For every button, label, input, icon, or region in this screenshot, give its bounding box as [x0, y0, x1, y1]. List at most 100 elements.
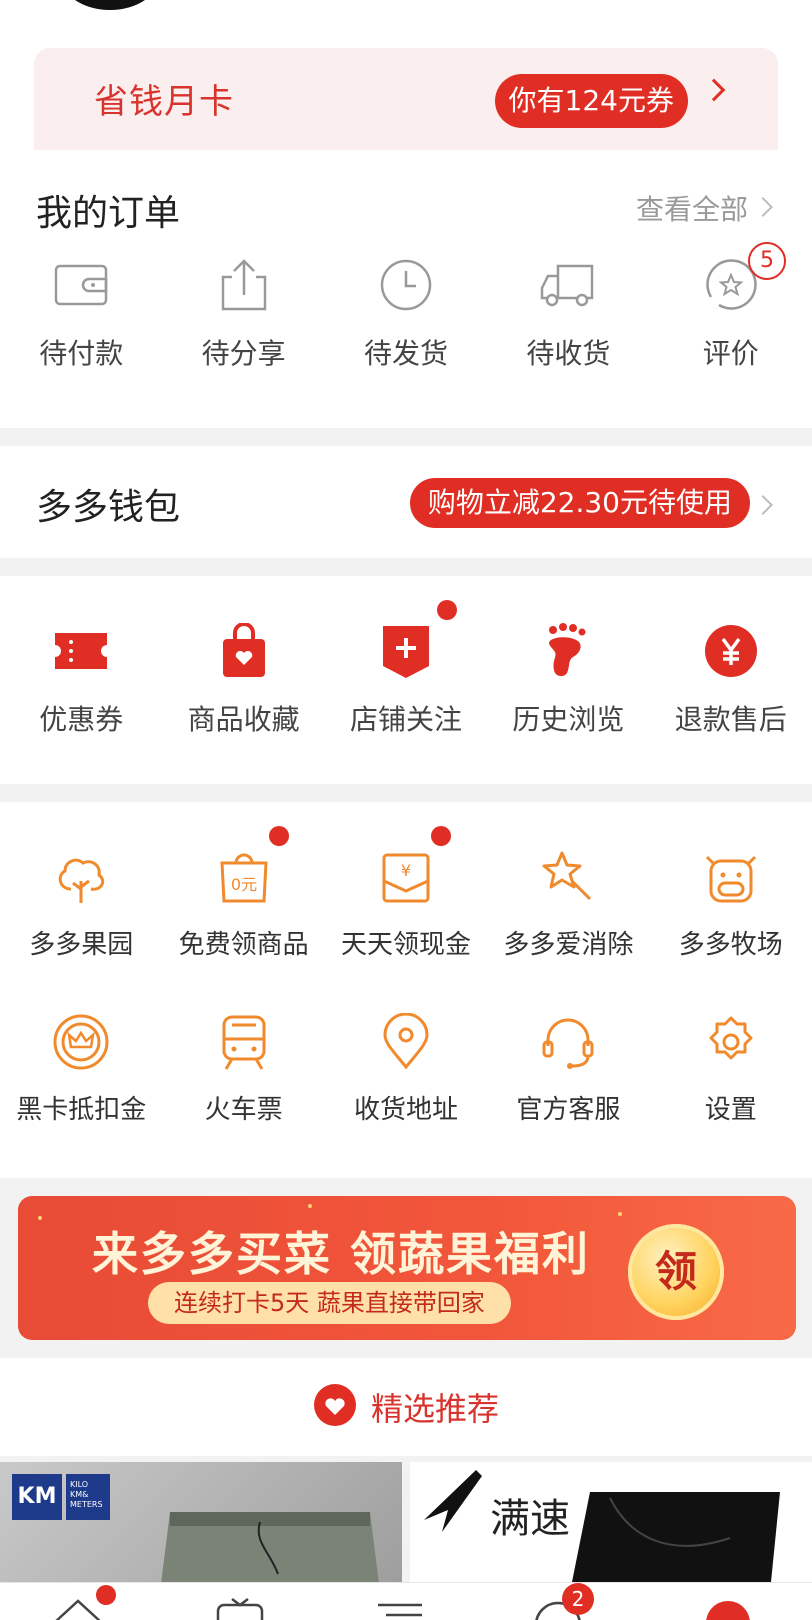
shortcut-label: 退款售后 [674, 703, 787, 736]
sparkle-decoration [618, 1212, 622, 1216]
order-item-label: 待付款 [39, 337, 124, 370]
followed-shops-shortcut[interactable]: 店铺关注 [325, 600, 487, 738]
messages-count-badge: 2 [562, 1583, 594, 1615]
chevron-right-icon[interactable] [753, 197, 773, 217]
duoduo-orchard[interactable]: 多多果园 [0, 842, 162, 961]
service-label: 设置 [704, 1095, 757, 1125]
favorite-bag-icon [209, 616, 279, 686]
view-all-orders-link[interactable]: 查看全部 [636, 188, 748, 228]
pants-image [572, 1492, 780, 1582]
profile-icon [706, 1601, 750, 1620]
duoduo-wallet-section[interactable]: 多多钱包 购物立减22.30元待使用 [0, 446, 812, 558]
free-bag-icon: 0元 [209, 842, 279, 912]
brand-logo-sub: KILO KM& METERS [66, 1474, 110, 1520]
shortcut-label: 历史浏览 [512, 703, 625, 736]
pants-image [161, 1512, 379, 1582]
shortcut-label: 店铺关注 [349, 703, 462, 736]
order-item-label: 待发货 [363, 337, 448, 370]
services-section: 多多果园 0元 免费领商品 ¥ 天天领现金 多多爱消除 多多牧场 黑卡抵扣金 火… [0, 802, 812, 1178]
chevron-right-icon[interactable] [753, 495, 773, 515]
orders-title: 我的订单 [36, 193, 181, 234]
bottom-tab-bar: 2 [0, 1582, 812, 1620]
service-label: 黑卡抵扣金 [16, 1095, 147, 1125]
product-card[interactable]: 满速 [410, 1462, 812, 1582]
sparkle-decoration [38, 1216, 42, 1220]
tab-personal[interactable] [700, 1595, 760, 1620]
svg-text:¥: ¥ [401, 861, 411, 880]
service-label: 天天领现金 [340, 930, 471, 960]
recommend-label: 精选推荐 [370, 1390, 499, 1428]
month-card-title: 省钱月卡 [94, 82, 234, 122]
top-area: 省钱月卡 你有124元券 [0, 0, 812, 150]
order-item-label: 评价 [702, 337, 759, 370]
order-pending-shipment[interactable]: 待发货 [325, 250, 487, 372]
share-icon [209, 250, 279, 320]
sparkle-decoration [308, 1204, 312, 1208]
service-label: 官方客服 [516, 1095, 621, 1125]
customer-service[interactable]: 官方客服 [487, 1007, 649, 1126]
coupons-shortcut[interactable]: 优惠券 [0, 616, 162, 738]
duoduo-ranch[interactable]: 多多牧场 [650, 842, 812, 961]
free-goods[interactable]: 0元 免费领商品 [162, 826, 324, 961]
refund-aftersale-shortcut[interactable]: 退款售后 [650, 616, 812, 738]
tab-home[interactable] [50, 1585, 116, 1620]
claim-coin-button[interactable]: 领 [628, 1224, 724, 1320]
train-tickets[interactable]: 火车票 [162, 1007, 324, 1126]
tab-video[interactable] [212, 1595, 272, 1620]
order-item-label: 待收货 [526, 337, 611, 370]
favorites-shortcut[interactable]: 商品收藏 [162, 616, 324, 738]
shortcut-label: 优惠券 [39, 703, 124, 736]
order-pending-share[interactable]: 待分享 [162, 250, 324, 372]
new-indicator-dot [268, 826, 289, 846]
tree-icon [46, 842, 116, 912]
tab-messages[interactable]: 2 [530, 1583, 594, 1620]
duoduo-match-game[interactable]: 多多爱消除 [487, 842, 649, 961]
order-pending-payment[interactable]: 待付款 [0, 250, 162, 372]
settings-gear-icon [696, 1007, 766, 1077]
daily-cash[interactable]: ¥ 天天领现金 [325, 826, 487, 961]
service-label: 多多牧场 [678, 930, 783, 960]
banner-headline: 来多多买菜 领蔬果福利 [92, 1227, 591, 1281]
browsing-history-shortcut[interactable]: 历史浏览 [487, 616, 649, 738]
service-label: 免费领商品 [178, 930, 309, 960]
new-indicator-dot [431, 826, 452, 846]
product-card[interactable]: KM KILO KM& METERS [0, 1462, 402, 1582]
wallet-promo-pill[interactable]: 购物立减22.30元待使用 [409, 478, 750, 528]
service-label: 多多爱消除 [503, 930, 634, 960]
shop-follow-icon [371, 616, 441, 686]
star-wand-icon [533, 842, 603, 912]
shipping-address[interactable]: 收货地址 [325, 1007, 487, 1126]
order-review[interactable]: 评价 5 [650, 242, 812, 372]
location-pin-icon [371, 1007, 441, 1077]
brand-logo: KM [12, 1474, 62, 1520]
new-indicator-dot [437, 600, 458, 620]
crown-coin-icon [46, 1007, 116, 1077]
order-item-label: 待分享 [201, 337, 286, 370]
black-card-credit[interactable]: 黑卡抵扣金 [0, 1007, 162, 1126]
my-orders-section: 我的订单 查看全部 待付款 待分享 待发货 待收货 评价 5 [0, 150, 812, 428]
review-count-badge: 5 [747, 242, 786, 280]
coupon-icon [46, 616, 116, 686]
settings[interactable]: 设置 [650, 1007, 812, 1126]
wallet-icon [46, 250, 116, 320]
shortcut-label: 商品收藏 [187, 703, 300, 736]
order-pending-receipt[interactable]: 待收货 [487, 250, 649, 372]
banner-subline: 连续打卡5天 蔬果直接带回家 [148, 1282, 511, 1324]
money-saving-month-card[interactable]: 省钱月卡 你有124元券 [34, 48, 778, 150]
clock-icon [371, 250, 441, 320]
wallet-title: 多多钱包 [36, 487, 181, 528]
cow-icon [696, 842, 766, 912]
shortcuts-section: 优惠券 商品收藏 店铺关注 历史浏览 退款售后 [0, 576, 812, 784]
train-icon [209, 1007, 279, 1077]
chevron-right-icon[interactable] [702, 78, 726, 102]
grocery-promo-banner[interactable]: 来多多买菜 领蔬果福利 连续打卡5天 蔬果直接带回家 领 [18, 1196, 796, 1340]
coupon-count-pill[interactable]: 你有124元券 [494, 74, 688, 128]
service-label: 多多果园 [29, 930, 134, 960]
brand-mark-icon [424, 1470, 482, 1532]
cash-envelope-icon: ¥ [371, 842, 441, 912]
recommend-header: 精选推荐 [0, 1358, 812, 1456]
truck-icon [533, 250, 603, 320]
avatar[interactable] [60, 0, 160, 10]
category-icon [378, 1603, 422, 1617]
tab-category[interactable] [372, 1595, 432, 1620]
